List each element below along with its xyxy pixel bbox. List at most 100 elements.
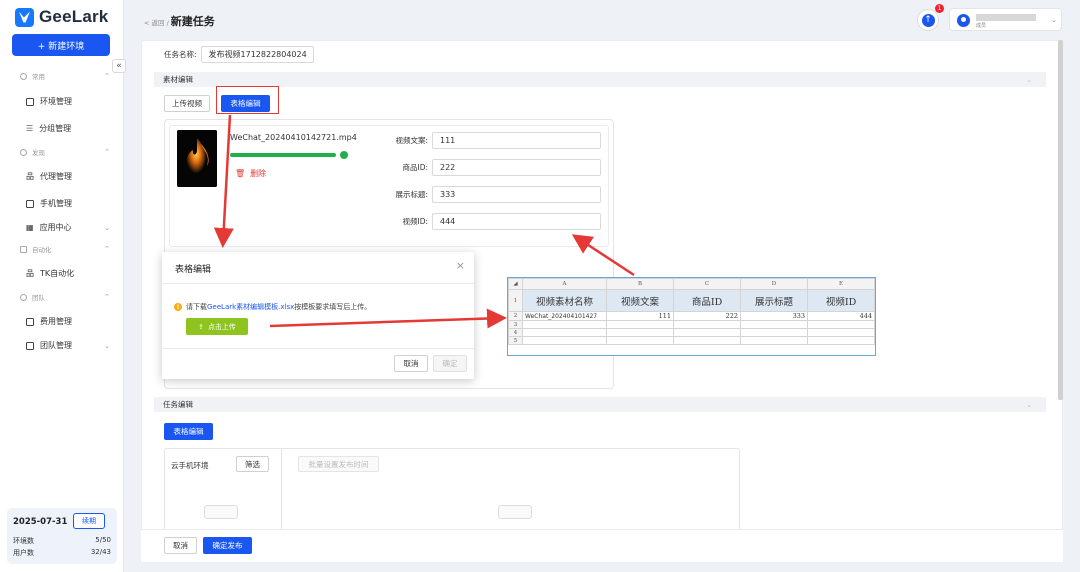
- task-section-header[interactable]: 任务编辑 ⌄: [154, 397, 1046, 412]
- modal-confirm-button[interactable]: 确定: [433, 355, 467, 372]
- field-video-id: 视频ID: 444: [392, 213, 601, 230]
- sidebar-item-team-management[interactable]: 团队管理 ⌄: [26, 340, 110, 351]
- delete-button[interactable]: 🗑 删除: [235, 168, 266, 179]
- chevron-down-icon: ⌄: [1051, 16, 1057, 24]
- confirm-publish-button[interactable]: 确定发布: [203, 537, 252, 554]
- back-link[interactable]: < 返回 /: [144, 17, 169, 27]
- click-upload-button[interactable]: ⇪ 点击上传: [186, 318, 248, 335]
- video-thumbnail[interactable]: [177, 130, 217, 187]
- spreadsheet-table: ◢ A B C D E 1 视频素材名称 视频文案 商品ID 展示标题 视频ID…: [508, 278, 875, 345]
- user-menu[interactable]: 成员 ⌄: [949, 8, 1062, 31]
- automation-icon: [20, 245, 27, 253]
- upload-progress-bar: [230, 153, 336, 157]
- column-header: E: [807, 278, 875, 290]
- cell: 333: [740, 311, 808, 321]
- table-row: 3: [508, 320, 875, 329]
- cancel-button[interactable]: 取消: [164, 537, 197, 554]
- footer-bar: [141, 529, 1063, 562]
- expiry-date: 2025-07-31: [13, 517, 68, 527]
- close-icon[interactable]: ×: [456, 259, 465, 272]
- cell: WeChat_202404101427: [522, 311, 607, 321]
- new-environment-button[interactable]: + 新建环境: [12, 34, 110, 56]
- nav-group-team[interactable]: 团队 ⌃: [20, 292, 110, 302]
- field-display-title: 展示标题: 333: [392, 186, 601, 203]
- window-icon: [26, 97, 34, 106]
- table-row: 5: [508, 336, 875, 345]
- nav-group-automation[interactable]: 自动化 ⌃: [20, 244, 110, 254]
- tree-icon: 品: [26, 269, 34, 278]
- empty-state-icon: [204, 505, 238, 519]
- env-count-row: 环境数 5/50: [13, 536, 111, 545]
- material-section-header[interactable]: 素材编辑 ⌄: [154, 72, 1046, 87]
- warning-icon: !: [174, 303, 182, 311]
- user-count-row: 用户数 32/43: [13, 548, 111, 557]
- collapse-sidebar-button[interactable]: «: [112, 59, 126, 73]
- batch-publish-time-button[interactable]: 批量设置发布时间: [298, 456, 379, 472]
- chevron-up-icon: ⌃: [104, 148, 110, 156]
- logo-text: GeeLark: [39, 7, 109, 26]
- avatar: [957, 14, 970, 27]
- fire-thumbnail-image: [177, 130, 217, 187]
- column-header: B: [606, 278, 674, 290]
- row-number: 3: [508, 320, 523, 329]
- user-name-redacted: [976, 14, 1036, 21]
- renew-button[interactable]: 续期: [73, 513, 105, 529]
- upload-tasks-button[interactable]: ↑: [917, 9, 939, 31]
- header-cell: 商品ID: [673, 289, 741, 312]
- chevron-down-icon: ⌄: [1026, 400, 1032, 409]
- sidebar-item-app-center[interactable]: ▦ 应用中心 ⌄: [26, 222, 110, 233]
- row-number: 2: [508, 311, 523, 321]
- sidebar-item-environment-management[interactable]: 环境管理: [26, 96, 110, 107]
- task-table-edit-button[interactable]: 表格编辑: [164, 423, 213, 440]
- column-header-row: ◢ A B C D E: [508, 278, 875, 290]
- cloud-phone-env-title: 云手机环境: [171, 461, 209, 470]
- field-product-id: 商品ID: 222: [392, 159, 601, 176]
- template-hint: ! 请下载 GeeLark素材编辑模板.xlsx 按模板要求填写后上传。: [174, 302, 371, 312]
- modal-title: 表格编辑: [175, 265, 212, 275]
- template-download-link[interactable]: GeeLark素材编辑模板.xlsx: [207, 302, 294, 312]
- user-role: 成员: [976, 23, 987, 29]
- notification-badge: 1: [935, 4, 944, 13]
- sidebar-item-group-management[interactable]: ☰ 分组管理: [26, 123, 110, 134]
- breadcrumb: < 返回 / 新建任务: [144, 13, 215, 29]
- page-title: 新建任务: [170, 15, 215, 28]
- sidebar-item-billing-management[interactable]: 费用管理: [26, 316, 110, 327]
- chevron-up-icon: ⌃: [104, 245, 110, 253]
- scrollbar[interactable]: [1058, 40, 1063, 400]
- row-number: 4: [508, 328, 523, 337]
- sidebar-item-proxy-management[interactable]: 品 代理管理: [26, 171, 110, 182]
- account-card: 2025-07-31 续期 环境数 5/50 用户数 32/43: [7, 508, 117, 564]
- column-header: A: [522, 278, 607, 290]
- geelark-logo-icon: [15, 7, 34, 27]
- phone-icon: [26, 199, 34, 208]
- file-name: WeChat_20240410142721.mp4: [230, 133, 357, 142]
- divider: [162, 348, 474, 349]
- filter-button[interactable]: 筛选: [236, 456, 269, 472]
- modal-cancel-button[interactable]: 取消: [394, 355, 428, 372]
- cell: 444: [807, 311, 875, 321]
- product-id-input[interactable]: 222: [432, 159, 601, 176]
- column-header: C: [673, 278, 741, 290]
- sidebar-item-phone-management[interactable]: 手机管理: [26, 198, 110, 209]
- upload-video-button[interactable]: 上传视频: [164, 95, 210, 112]
- chevron-down-icon: ⌄: [1026, 75, 1032, 84]
- table-row: 2 WeChat_202404101427 111 222 333 444: [508, 311, 875, 321]
- team-manage-icon: [26, 341, 34, 350]
- divider: [162, 283, 474, 284]
- list-icon: ☰: [26, 124, 34, 133]
- nav-group-common[interactable]: 常用 ⌃: [20, 71, 110, 81]
- network-icon: 品: [26, 172, 34, 181]
- video-id-input[interactable]: 444: [432, 213, 601, 230]
- team-icon: [20, 293, 27, 301]
- sidebar-item-tk-automation[interactable]: 品 TK自动化: [26, 268, 110, 279]
- logo[interactable]: GeeLark: [15, 6, 108, 28]
- chevron-down-icon: ⌄: [104, 341, 110, 350]
- nav-group-discover[interactable]: 发现 ⌃: [20, 147, 110, 157]
- video-caption-input[interactable]: 111: [432, 132, 601, 149]
- chevron-up-icon: ⌃: [104, 72, 110, 80]
- task-name-input[interactable]: 发布视频1712822804024: [200, 46, 314, 63]
- field-video-caption: 视频文案: 111: [392, 132, 601, 149]
- display-title-input[interactable]: 333: [432, 186, 601, 203]
- highlight-box: [216, 86, 279, 114]
- bill-icon: [26, 317, 34, 326]
